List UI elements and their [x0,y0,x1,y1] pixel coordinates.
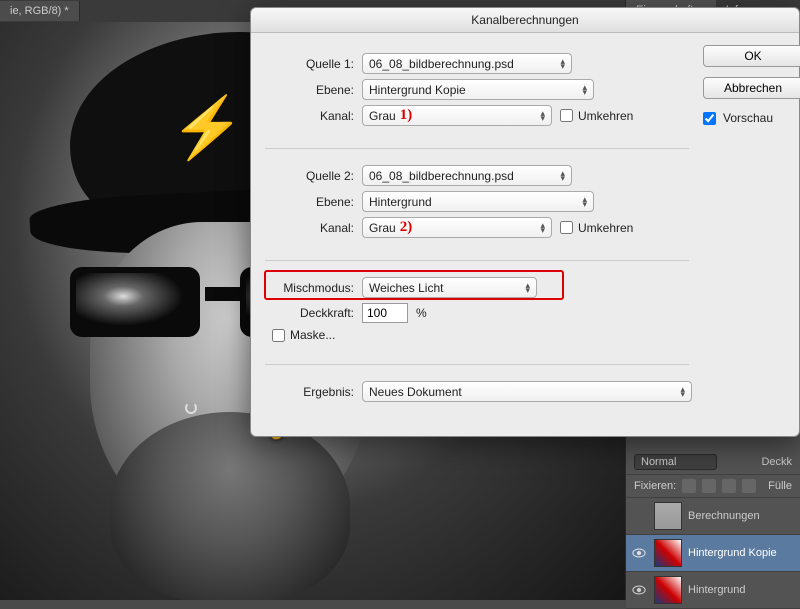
source1-layer-select[interactable]: Hintergrund Kopie▴▾ [362,79,594,100]
opacity-suffix: % [416,306,427,320]
source1-layer-label: Ebene: [262,83,362,97]
document-tab[interactable]: ie, RGB/8) * [0,1,80,21]
visibility-toggle[interactable] [630,509,648,523]
opacity-label: Deckkraft: [262,306,362,320]
result-group: Ergebnis: Neues Dokument▴▾ [255,373,699,418]
opacity-label: Deckk [761,456,792,468]
lock-label: Fixieren: [634,480,676,492]
kanalberechnungen-dialog: Kanalberechnungen Quelle 1: 06_08_bildbe… [250,7,800,437]
lock-pixels-icon[interactable] [702,479,716,493]
annotation-1: 1) [400,107,413,124]
layer-row[interactable]: Hintergrund [626,572,800,609]
portrait-beard [110,412,350,600]
result-label: Ergebnis: [262,385,362,399]
source2-invert-label: Umkehren [578,221,633,235]
layer-name[interactable]: Hintergrund [688,584,745,596]
preview-checkbox[interactable] [703,112,716,125]
preview-label: Vorschau [721,111,773,125]
mask-checkbox[interactable] [272,329,285,342]
lock-transparent-icon[interactable] [682,479,696,493]
source1-file-select[interactable]: 06_08_bildberechnung.psd▴▾ [362,53,572,74]
source1-label: Quelle 1: [262,57,362,71]
annotation-2: 2) [400,219,413,236]
portrait-nosering [185,402,197,414]
blend-mode-label: Mischmodus: [262,281,362,295]
ok-button[interactable]: OK [703,45,800,67]
fill-label: Fülle [768,480,792,492]
layer-thumbnail[interactable] [654,502,682,530]
result-select[interactable]: Neues Dokument▴▾ [362,381,692,402]
source2-layer-select[interactable]: Hintergrund▴▾ [362,191,594,212]
layer-row[interactable]: Hintergrund Kopie [626,535,800,572]
source2-label: Quelle 2: [262,169,362,183]
lock-all-icon[interactable] [742,479,756,493]
lock-position-icon[interactable] [722,479,736,493]
layer-blend-mode-select[interactable]: Normal [634,454,717,470]
visibility-toggle[interactable] [630,583,648,597]
source2-group: Quelle 2: 06_08_bildberechnung.psd▴▾ Ebe… [255,157,699,254]
source1-invert-label: Umkehren [578,109,633,123]
source2-channel-select[interactable]: Grau2)▴▾ [362,217,552,238]
dialog-title: Kanalberechnungen [251,8,799,33]
lightning-bolt-icon: ⚡ [170,92,245,163]
layer-name[interactable]: Hintergrund Kopie [688,547,777,559]
source1-channel-select[interactable]: Grau1)▴▾ [362,105,552,126]
mask-label: Maske... [290,328,335,342]
blend-group: Mischmodus: Weiches Licht▴▾ Deckkraft: %… [255,269,699,358]
blend-mode-select[interactable]: Weiches Licht▴▾ [362,277,537,298]
source2-invert-checkbox[interactable] [560,221,573,234]
source1-invert-checkbox[interactable] [560,109,573,122]
visibility-toggle[interactable] [630,546,648,560]
source1-channel-label: Kanal: [262,109,362,123]
layers-panel: Normal Deckk Fixieren: Fülle Berechnunge… [626,450,800,609]
layer-thumbnail[interactable] [654,539,682,567]
opacity-input[interactable] [362,303,408,323]
cancel-button[interactable]: Abbrechen [703,77,800,99]
layer-name[interactable]: Berechnungen [688,510,760,522]
source2-file-select[interactable]: 06_08_bildberechnung.psd▴▾ [362,165,572,186]
source2-layer-label: Ebene: [262,195,362,209]
source2-channel-label: Kanal: [262,221,362,235]
source1-group: Quelle 1: 06_08_bildberechnung.psd▴▾ Ebe… [255,45,699,142]
layer-row[interactable]: Berechnungen [626,498,800,535]
